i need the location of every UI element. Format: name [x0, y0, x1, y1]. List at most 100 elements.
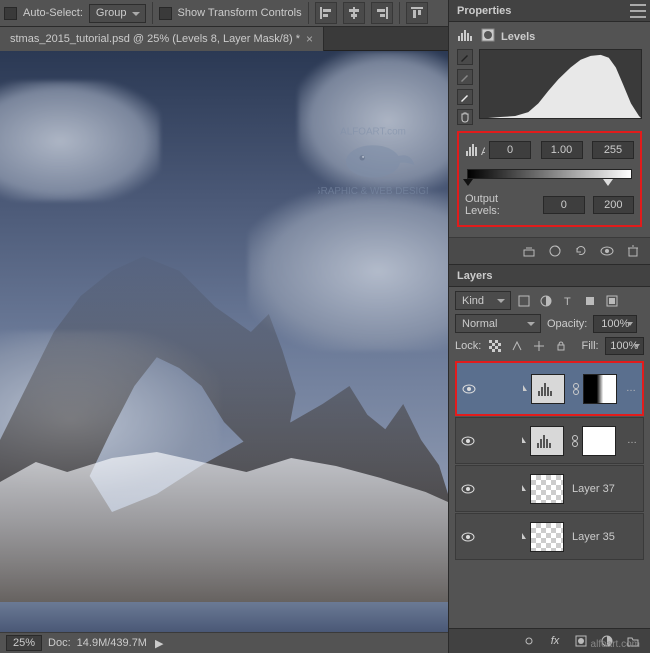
layer-mask-icon[interactable]: [572, 632, 590, 650]
svg-text:A: A: [481, 146, 485, 157]
lock-transparency-icon[interactable]: [487, 337, 503, 355]
align-top-icon[interactable]: [406, 2, 428, 24]
zoom-field[interactable]: 25%: [6, 635, 42, 651]
gray-eyedropper-icon[interactable]: [457, 69, 473, 85]
link-layers-icon[interactable]: [520, 632, 538, 650]
clip-indicator-icon: [516, 531, 528, 543]
opacity-field[interactable]: 100%: [593, 315, 637, 333]
delete-adjustment-icon[interactable]: [624, 242, 642, 260]
toggle-visibility-icon[interactable]: [598, 242, 616, 260]
view-previous-icon[interactable]: [546, 242, 564, 260]
blend-mode-dropdown[interactable]: Normal: [455, 314, 541, 333]
align-right-icon[interactable]: [371, 2, 393, 24]
properties-panel-header[interactable]: Properties: [449, 0, 650, 22]
layer-overflow-ellipsis: …: [627, 435, 637, 446]
panel-menu-icon[interactable]: [630, 4, 646, 18]
auto-select-checkbox[interactable]: [4, 7, 17, 20]
align-left-icon[interactable]: [315, 2, 337, 24]
close-icon[interactable]: ×: [306, 32, 313, 46]
cloud-shape: [0, 81, 160, 201]
output-white-slider[interactable]: [603, 179, 613, 186]
properties-panel: Levels A 0 1.00 255: [449, 22, 650, 237]
link-icon[interactable]: [570, 434, 580, 448]
filter-smart-icon[interactable]: [603, 292, 621, 310]
show-transform-checkbox[interactable]: [159, 7, 172, 20]
visibility-eye-icon[interactable]: [456, 436, 480, 446]
show-transform-label: Show Transform Controls: [178, 7, 302, 19]
mask-thumbnail[interactable]: [582, 426, 616, 456]
filter-pixel-icon[interactable]: [515, 292, 533, 310]
layer-name[interactable]: Layer 37: [572, 483, 615, 495]
reset-icon[interactable]: [572, 242, 590, 260]
clip-indicator-icon: [516, 435, 528, 447]
output-black-slider[interactable]: [463, 179, 473, 186]
lock-position-icon[interactable]: [531, 337, 547, 355]
layer-thumbnail[interactable]: [530, 522, 564, 552]
divider: [399, 2, 400, 24]
logo-text: ALFOART.com: [340, 126, 406, 137]
clip-to-layer-icon[interactable]: [520, 242, 538, 260]
auto-select-label: Auto-Select:: [23, 7, 83, 19]
adjustment-thumbnail[interactable]: [530, 426, 564, 456]
layer-list: … … Layer 37: [455, 361, 644, 560]
align-center-h-icon[interactable]: [343, 2, 365, 24]
adjustment-name: Levels: [501, 31, 535, 43]
layer-row[interactable]: …: [455, 361, 644, 416]
status-menu-arrow-icon[interactable]: ▶: [155, 637, 163, 650]
blend-mode-value: Normal: [462, 318, 497, 330]
cloud-shape: [248, 191, 448, 351]
filter-adjust-icon[interactable]: [537, 292, 555, 310]
clip-indicator-icon: [516, 483, 528, 495]
output-gradient[interactable]: [467, 169, 632, 179]
mask-thumbnail[interactable]: [583, 374, 617, 404]
watermark-logo: ALFOART.com GRAPHIC & WEB DESIGN: [318, 111, 428, 201]
lock-label: Lock:: [455, 340, 481, 352]
visibility-eye-icon[interactable]: [457, 384, 481, 394]
auto-select-mode-dropdown[interactable]: Group: [89, 4, 146, 23]
white-eyedropper-icon[interactable]: [457, 89, 473, 105]
output-black-field[interactable]: 0: [543, 196, 584, 214]
logo-subtitle: GRAPHIC & WEB DESIGN: [318, 186, 428, 197]
layer-thumbnail[interactable]: [530, 474, 564, 504]
doc-size-value: 14.9M/439.7M: [77, 637, 147, 649]
input-white-field[interactable]: 255: [592, 141, 634, 159]
layers-title: Layers: [457, 270, 492, 282]
adjustment-thumbnail[interactable]: [531, 374, 565, 404]
divider: [308, 2, 309, 24]
right-panel-stack: Properties Levels: [448, 0, 650, 653]
bottom-strip: [0, 602, 448, 632]
filter-shape-icon[interactable]: [581, 292, 599, 310]
canvas[interactable]: ALFOART.com GRAPHIC & WEB DESIGN: [0, 51, 448, 632]
layer-row[interactable]: Layer 35: [455, 513, 644, 560]
layer-row[interactable]: …: [455, 417, 644, 464]
svg-text:T: T: [564, 296, 571, 308]
layer-style-icon[interactable]: fx: [546, 632, 564, 650]
visibility-eye-icon[interactable]: [456, 484, 480, 494]
document-tab-title: stmas_2015_tutorial.psd @ 25% (Levels 8,…: [10, 33, 300, 45]
fill-field[interactable]: 100%: [605, 337, 644, 355]
histogram[interactable]: [479, 49, 642, 119]
output-white-field[interactable]: 200: [593, 196, 634, 214]
levels-type-icon[interactable]: A: [465, 142, 485, 158]
divider: [152, 2, 153, 24]
layers-panel-header[interactable]: Layers: [449, 265, 650, 287]
lock-pixels-icon[interactable]: [509, 337, 525, 355]
auto-hand-icon[interactable]: [457, 109, 473, 125]
doc-size-label: Doc:: [48, 637, 71, 649]
properties-title: Properties: [457, 5, 511, 17]
document-tab[interactable]: stmas_2015_tutorial.psd @ 25% (Levels 8,…: [0, 27, 324, 51]
black-eyedropper-icon[interactable]: [457, 49, 473, 65]
layer-overflow-ellipsis: …: [626, 383, 636, 394]
layer-filter-kind-dropdown[interactable]: Kind: [455, 291, 511, 310]
input-black-field[interactable]: 0: [489, 141, 531, 159]
page-watermark: alfoart.com: [591, 639, 640, 650]
layers-panel: Kind T Normal Opacity: 100% Lock: Fill: …: [449, 287, 650, 628]
filter-type-icon[interactable]: T: [559, 292, 577, 310]
layer-name[interactable]: Layer 35: [572, 531, 615, 543]
layer-row[interactable]: Layer 37: [455, 465, 644, 512]
link-icon[interactable]: [571, 382, 581, 396]
lock-all-icon[interactable]: [553, 337, 569, 355]
levels-highlighted-region: A 0 1.00 255 Output Levels: 0 200: [457, 131, 642, 227]
visibility-eye-icon[interactable]: [456, 532, 480, 542]
input-gamma-field[interactable]: 1.00: [541, 141, 583, 159]
